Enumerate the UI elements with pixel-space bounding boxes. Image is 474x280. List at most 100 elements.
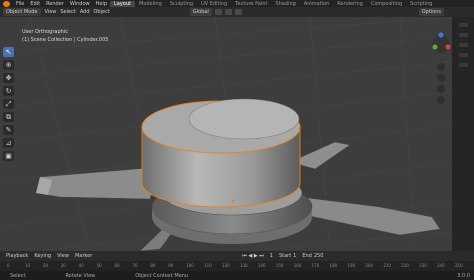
menu-playback[interactable]: Playback <box>6 253 28 259</box>
move-tool-icon[interactable]: ✥ <box>3 73 14 83</box>
proportional-edit-icon[interactable] <box>234 9 242 15</box>
timeline-tick-label: 110 <box>204 263 212 268</box>
snap-icon[interactable] <box>224 9 232 15</box>
top-menu-bar: File Edit Render Window Help Layout Mode… <box>0 0 474 7</box>
properties-tab[interactable] <box>458 33 468 37</box>
right-sidebar <box>452 17 474 251</box>
tab-texture-paint[interactable]: Texture Paint <box>231 1 271 7</box>
rotate-tool-icon[interactable]: ↻ <box>3 86 14 96</box>
timeline-ticks: 0 10 20 30 40 50 60 70 80 90 100 110 120 130 140 150 160… <box>7 262 463 270</box>
menu-keying[interactable]: Keying <box>34 253 51 259</box>
status-context-menu: Object Context Menu <box>135 272 189 279</box>
tool-shelf: ↖ ⊕ ✥ ↻ ⤢ ⧉ ✎ ⊿ ▣ <box>3 47 15 161</box>
start-frame[interactable]: 1 <box>293 253 296 259</box>
menu-file[interactable]: File <box>13 1 27 7</box>
tab-uv-editing[interactable]: UV Editing <box>197 1 231 7</box>
tab-scripting[interactable]: Scripting <box>406 1 436 7</box>
end-frame[interactable]: 250 <box>314 253 324 259</box>
menu-object[interactable]: Object <box>94 9 110 15</box>
timeline-tick-label: 170 <box>311 263 320 268</box>
scale-tool-icon[interactable]: ⤢ <box>3 99 14 109</box>
cursor-tool-icon[interactable]: ⊕ <box>3 60 14 70</box>
timeline-tick-label: 120 <box>222 263 230 268</box>
menu-add[interactable]: Add <box>80 9 90 15</box>
tab-modeling[interactable]: Modeling <box>135 1 166 7</box>
timeline-tick-label: 10 <box>24 263 30 268</box>
timeline-tick-label: 250 <box>455 263 463 268</box>
collection-info: (1) Scene Collection | Cylinder.005 <box>22 37 109 43</box>
timeline-tick-label: 70 <box>132 263 138 268</box>
grid-view-icon[interactable] <box>437 96 445 104</box>
measure-tool-icon[interactable]: ⊿ <box>3 138 14 148</box>
timeline-tick-label: 180 <box>329 263 338 268</box>
options-dropdown[interactable]: Options <box>418 8 444 16</box>
timeline-tick-label: 90 <box>168 263 174 268</box>
menu-help[interactable]: Help <box>93 1 110 7</box>
transform-tool-icon[interactable]: ⧉ <box>3 112 14 122</box>
version-label: 3.0.0 <box>457 272 470 279</box>
timeline-tick-label: 0 <box>7 263 10 268</box>
selected-cylinder[interactable] <box>141 98 301 208</box>
blender-window: File Edit Render Window Help Layout Mode… <box>0 0 474 280</box>
timeline-tick-label: 130 <box>239 263 248 268</box>
menu-window[interactable]: Window <box>67 1 93 7</box>
z-axis-icon[interactable] <box>438 32 444 38</box>
tab-animation[interactable]: Animation <box>300 1 334 7</box>
pivot-icon[interactable] <box>214 9 222 15</box>
timeline-tick-label: 160 <box>293 263 302 268</box>
status-select: Select <box>10 272 26 279</box>
mode-dropdown[interactable]: Object Mode <box>3 8 41 16</box>
add-cube-tool-icon[interactable]: ▣ <box>3 151 14 161</box>
3d-viewport[interactable]: User Orthographic (1) Scene Collection |… <box>0 17 452 251</box>
select-box-tool-icon[interactable]: ↖ <box>3 47 14 57</box>
timeline-tick-label: 240 <box>437 263 445 268</box>
tab-compositing[interactable]: Compositing <box>367 1 406 7</box>
menu-select[interactable]: Select <box>60 9 75 15</box>
physics-tab[interactable] <box>458 63 468 67</box>
object-origin <box>231 199 235 203</box>
annotate-tool-icon[interactable]: ✎ <box>3 125 14 135</box>
timeline-tick-label: 150 <box>275 263 284 268</box>
y-axis-icon[interactable] <box>432 44 438 50</box>
viewport-header: Object Mode View Select Add Object Globa… <box>0 7 474 17</box>
menu-view[interactable]: View <box>45 9 57 15</box>
timeline-tick-label: 220 <box>401 263 409 268</box>
timeline-tick-label: 200 <box>365 263 374 268</box>
x-axis-icon[interactable] <box>445 44 451 50</box>
timeline-tick-label: 140 <box>257 263 266 268</box>
transform-orientation-dropdown[interactable]: Global <box>189 8 212 16</box>
modifier-tab[interactable] <box>458 43 468 47</box>
status-bar: Select Rotate View Object Context Menu 3… <box>0 271 474 280</box>
end-label: End <box>302 253 312 259</box>
menu-edit[interactable]: Edit <box>27 1 43 7</box>
timeline-tick-label: 20 <box>42 263 48 268</box>
tab-rendering[interactable]: Rendering <box>333 1 367 7</box>
tab-sculpting[interactable]: Sculpting <box>166 1 197 7</box>
timeline-tick-label: 80 <box>150 263 156 268</box>
outliner-tab[interactable] <box>458 23 468 27</box>
tab-layout[interactable]: Layout <box>110 0 135 7</box>
camera-view-icon[interactable] <box>437 85 445 93</box>
pan-hand-icon[interactable] <box>437 74 445 82</box>
timeline-tick-label: 210 <box>383 263 391 268</box>
timeline-tick-label: 190 <box>347 263 356 268</box>
navigation-gizmo[interactable] <box>430 17 452 127</box>
current-frame[interactable]: 1 <box>270 253 273 259</box>
tab-shading[interactable]: Shading <box>271 1 299 7</box>
menu-marker[interactable]: Marker <box>75 253 92 259</box>
timeline-tick-label: 30 <box>60 263 66 268</box>
material-tab[interactable] <box>458 53 468 57</box>
timeline-tick-label: 100 <box>186 263 194 268</box>
status-rotate: Rotate View <box>65 272 96 279</box>
viewport-info: User Orthographic (1) Scene Collection |… <box>22 28 108 44</box>
timeline-header: Playback Keying View Marker ⏮ ◀ ▶ ⏭ 1 St… <box>0 251 474 261</box>
timeline-tick-label: 50 <box>96 263 102 268</box>
timeline-tick-label: 40 <box>78 263 84 268</box>
menu-timeline-view[interactable]: View <box>57 253 69 259</box>
zoom-icon[interactable] <box>437 63 445 71</box>
play-controls-icon[interactable]: ⏮ ◀ ▶ ⏭ <box>242 253 263 259</box>
menu-render[interactable]: Render <box>43 1 67 7</box>
timeline-area[interactable]: 0 10 20 30 40 50 60 70 80 90 100 110 120 130 140 150 160… <box>0 261 474 271</box>
blender-logo-icon[interactable] <box>3 0 10 7</box>
timeline-tick-label: 60 <box>114 263 120 268</box>
